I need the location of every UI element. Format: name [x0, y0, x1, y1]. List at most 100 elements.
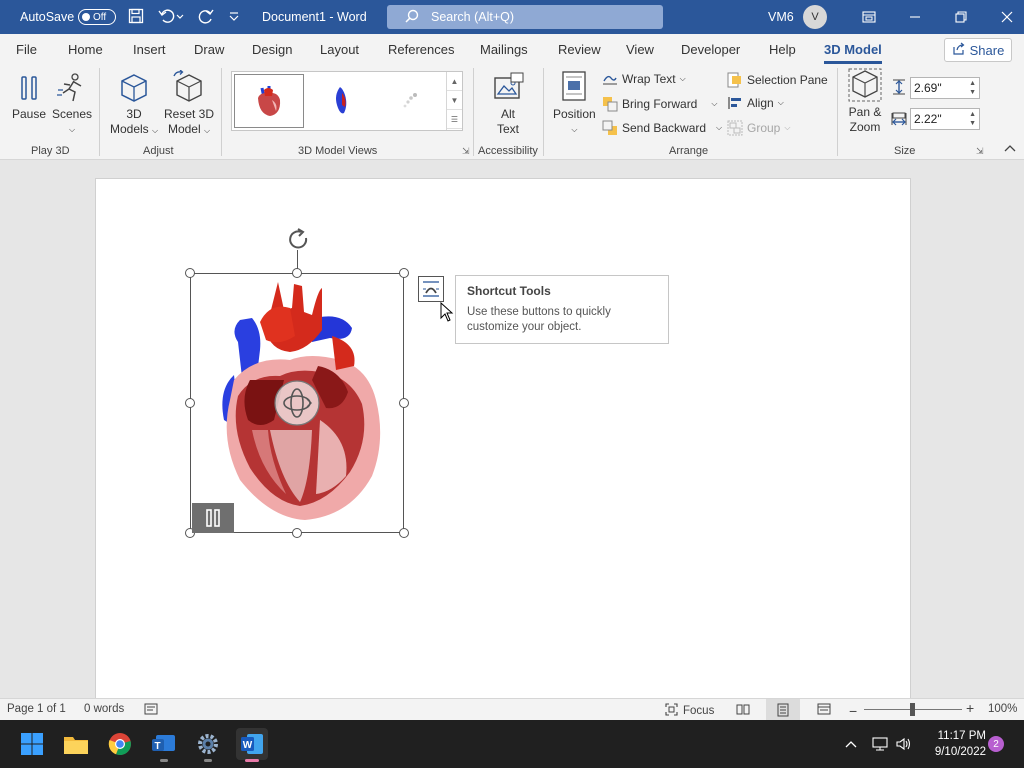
share-button[interactable]: Share [944, 38, 1012, 62]
chevron-down-icon: ⌵ [68, 125, 76, 134]
group-label-play3d: Play 3D [31, 145, 70, 157]
align-button[interactable]: Align ⌵ [727, 96, 784, 110]
send-backward-button[interactable]: Send Backward ⌵ [602, 120, 722, 136]
3d-models-button[interactable]: 3D Models ⌵ [110, 72, 158, 138]
group-label-accessibility: Accessibility [478, 145, 538, 157]
wrap-text-button[interactable]: Wrap Text ⌵ [602, 72, 686, 86]
resize-handle-left[interactable] [185, 398, 195, 408]
pan-zoom-button[interactable]: Pan & Zoom [848, 68, 882, 135]
gallery-more-icon[interactable]: ☰ [447, 110, 462, 129]
gallery-up-icon[interactable]: ▲ [447, 72, 462, 91]
collapse-ribbon-icon[interactable] [1004, 144, 1016, 157]
reset-3d-model-button[interactable]: Reset 3D Model ⌵ [164, 70, 214, 138]
tab-review[interactable]: Review [558, 42, 601, 57]
dialog-launcher-icon[interactable]: ⇲ [462, 146, 470, 157]
autosave-toggle[interactable]: Off [78, 0, 116, 34]
settings-icon[interactable] [192, 728, 224, 762]
restore-icon[interactable] [938, 0, 984, 34]
document-area [0, 160, 1024, 708]
tab-home[interactable]: Home [68, 42, 103, 57]
spinner-arrows-icon[interactable]: ▲ ▼ [969, 79, 976, 97]
tab-design[interactable]: Design [252, 42, 292, 57]
view-thumbnail-front[interactable] [234, 74, 304, 128]
tab-developer[interactable]: Developer [681, 42, 740, 57]
resize-handle-bottom[interactable] [292, 528, 302, 538]
customize-qat-icon[interactable] [228, 10, 240, 25]
zoom-level[interactable]: 100% [988, 703, 1017, 715]
resize-handle-bottom-right[interactable] [399, 528, 409, 538]
width-input[interactable]: 2.22" ▲ ▼ [910, 108, 980, 130]
tab-layout[interactable]: Layout [320, 42, 359, 57]
tab-3d-model[interactable]: 3D Model [824, 42, 882, 64]
running-indicator [204, 759, 212, 762]
group-button[interactable]: Group ⌵ [727, 120, 790, 136]
close-icon[interactable] [984, 0, 1024, 34]
layout-options-button[interactable] [418, 276, 444, 302]
word-count[interactable]: 0 words [84, 703, 124, 715]
pause-button[interactable]: Pause [12, 72, 46, 122]
position-button[interactable]: Position ⌵ [553, 70, 596, 137]
network-icon[interactable] [872, 720, 888, 768]
save-icon[interactable] [128, 8, 144, 27]
bring-forward-button[interactable]: Bring Forward ⌵ [602, 96, 717, 112]
height-input[interactable]: 2.69" ▲ ▼ [910, 77, 980, 99]
windows-start-icon[interactable] [16, 728, 48, 760]
rotate-handle-icon[interactable] [286, 228, 312, 255]
position-icon [562, 71, 586, 101]
pause-animation-button[interactable] [192, 503, 234, 533]
chrome-icon[interactable] [104, 728, 136, 760]
resize-handle-top-left[interactable] [185, 268, 195, 278]
view-thumbnail-side[interactable] [306, 74, 376, 128]
volume-icon[interactable] [896, 720, 912, 768]
avatar[interactable]: V [803, 0, 827, 34]
resize-handle-top-right[interactable] [399, 268, 409, 278]
clock-time: 11:17 PM [937, 730, 986, 742]
tab-view[interactable]: View [626, 42, 654, 57]
spinner-arrows-icon[interactable]: ▲ ▼ [969, 110, 976, 128]
tab-insert[interactable]: Insert [133, 42, 166, 57]
resize-handle-top[interactable] [292, 268, 302, 278]
system-clock[interactable]: 11:17 PM 9/10/2022 [922, 728, 986, 760]
running-indicator [245, 759, 259, 762]
resize-handle-right[interactable] [399, 398, 409, 408]
scenes-button[interactable]: Scenes ⌵ [52, 72, 92, 137]
read-mode-icon[interactable] [736, 703, 750, 715]
page-count[interactable]: Page 1 of 1 [7, 703, 66, 715]
tab-file[interactable]: File [16, 42, 37, 57]
show-hidden-icons-icon[interactable] [844, 720, 858, 768]
file-explorer-icon[interactable] [60, 728, 92, 760]
focus-button[interactable]: Focus [665, 703, 714, 719]
zoom-in-icon[interactable]: + [966, 700, 974, 716]
view-thumbnail-loading[interactable] [376, 74, 446, 128]
group-label-size: Size [894, 145, 916, 157]
ribbon-display-icon[interactable] [846, 0, 892, 34]
minimize-icon[interactable] [892, 0, 938, 34]
user-name: VM6 [768, 10, 794, 24]
quick-access-toolbar [128, 0, 240, 34]
tab-mailings[interactable]: Mailings [480, 42, 528, 57]
bring-forward-icon [603, 97, 618, 112]
separator [837, 68, 838, 156]
zoom-out-icon[interactable]: − [849, 703, 857, 719]
word-taskbar-icon[interactable]: W [236, 728, 268, 762]
gallery-down-icon[interactable]: ▼ [447, 91, 462, 110]
alt-text-button[interactable]: Alt Text [492, 72, 524, 137]
print-layout-icon[interactable] [766, 699, 800, 720]
redo-icon[interactable] [198, 8, 214, 27]
undo-icon[interactable] [158, 8, 184, 27]
tab-help[interactable]: Help [769, 42, 796, 57]
tooltip-body: Use these buttons to quickly customize y… [467, 306, 611, 333]
web-layout-icon[interactable] [817, 703, 831, 715]
chevron-down-icon: ⌵ [716, 123, 723, 132]
selection-pane-button[interactable]: Selection Pane [727, 72, 828, 88]
zoom-slider-thumb[interactable] [910, 703, 915, 716]
group-label-arrange: Arrange [669, 145, 709, 157]
dialog-launcher-icon[interactable]: ⇲ [976, 146, 984, 157]
width-icon [890, 110, 908, 131]
remote-desktop-icon[interactable]: T [148, 728, 180, 762]
tab-references[interactable]: References [388, 42, 454, 57]
notification-badge[interactable]: 2 [988, 736, 1004, 752]
search-box[interactable]: Search (Alt+Q) [387, 0, 663, 34]
tab-draw[interactable]: Draw [194, 42, 224, 57]
proofing-icon[interactable] [144, 703, 158, 715]
